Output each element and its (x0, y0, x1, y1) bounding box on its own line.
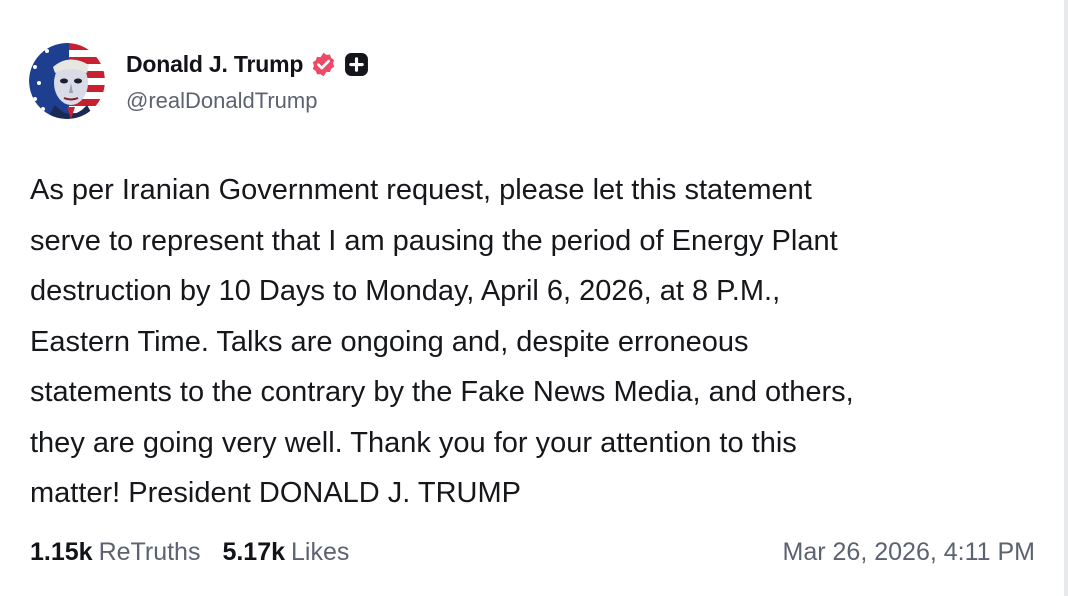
avatar[interactable] (29, 43, 105, 119)
card-border (1064, 0, 1068, 596)
author-handle[interactable]: @realDonaldTrump (126, 88, 317, 114)
retruths-label: ReTruths (98, 537, 201, 566)
retruths-stat[interactable]: 1.15k ReTruths (30, 538, 200, 567)
likes-stat[interactable]: 5.17k Likes (222, 538, 349, 567)
post-card: Donald J. Trump @realDonaldTrump As per … (0, 0, 1068, 596)
verified-check-icon (310, 51, 337, 78)
post-timestamp[interactable]: Mar 26, 2026, 4:11 PM (783, 538, 1035, 567)
likes-label: Likes (291, 537, 350, 566)
likes-count: 5.17k (222, 537, 286, 566)
post-footer: 1.15k ReTruths 5.17k Likes Mar 26, 2026,… (30, 534, 1035, 570)
author-name-row: Donald J. Trump (126, 48, 369, 80)
author-display-name[interactable]: Donald J. Trump (126, 51, 303, 78)
plus-square-icon (344, 52, 369, 77)
retruths-count: 1.15k (30, 537, 93, 566)
post-text: As per Iranian Government request, pleas… (30, 174, 854, 509)
